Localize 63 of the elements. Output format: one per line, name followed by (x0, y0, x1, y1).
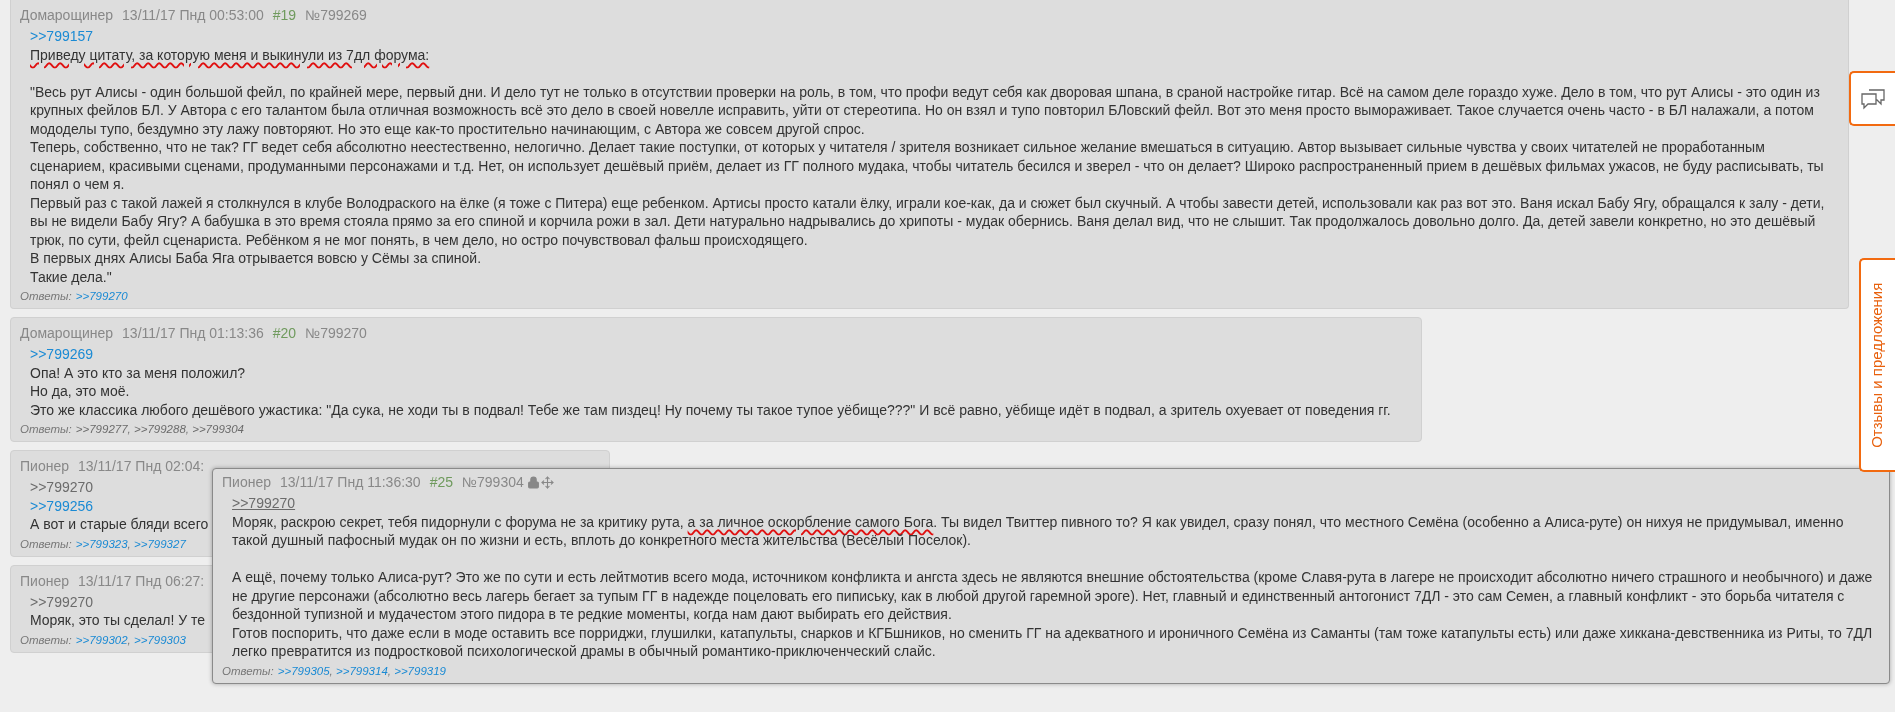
reply-link[interactable]: >>799269 (30, 346, 94, 362)
post-date: 13/11/17 Пнд 11:36:30 (280, 473, 421, 492)
post-text: Приведу цитату, за которую меня и выкинули из 7дл форума: (30, 45, 430, 65)
post-text: "Весь рут Алисы - один большой фейл, по крайней мере, первый дни. И дело тут не только в отсутствии проверки на роль, в том, что профи ведут себя как дворовая шпана, в сраной настройке гитар. Всё на самом деле гораздо хуже. Дело в том, что рут Алисы - это один из крупных фейлов БЛ. У Автора с его талантом была отличная возможность всё это дело в своей новелле исправить, уйти от стереотипа. Но он взял и тупо повторил БЛовский фейл. Вот это меня просто вымораживает. Такое случается очень часто - в БЛ налажали, а потом мододелы тупо, бездумно эту лажу повторяют. Но это еще как-то простительно начинающим, с Автора же совсем другой спрос. (30, 82, 1821, 139)
reply-link[interactable]: >>799270 (232, 495, 296, 511)
post-text: Первый раз с такой лажей я столкнулся в клубе Володраского на ёлке (я тоже с Питера) еще ребенком. Артисы просто катали ёлку, играли кое-как, да и сюжет был скучный. А чтобы завести детей, использовали как раз вот это. Ваня искал Бабу Ягу, обращался к залу - дети, вы не видели Бабу Ягу? А бабушка в это время стояла прямо за его спиной и корчила рожи в зал. Дети натурально надрывались до хрипоты - мудак обернись. Ваня делал вид, что не слышит. Так продолжалось довольно долго. Да, детей завели конкретно, но это дешёвый трюк, по сути, фейл сценариста. Ребёнком я не мог понять, в чем дело, но остро почувствовал фальш происходящего. (30, 193, 1826, 250)
post-number: #25 (429, 473, 453, 492)
post-text: Теперь, собственно, что не так? ГГ ведет себя абсолютно неестественно, нелогично. Делает такие поступки, от которых у читателя / зрителя возникает сильное желание вмешаться в ситуацию. Автор вызывает сильные чувства у своих читателей не проработанным сценарием, красивыми сценами, продуманными персонажами и т.д. Нет, он использует дешёвый приём, делает из ГГ полного мудака, чтобы читатель бесился и зверел - что он делает? Широко распространенный прием в дешёвых фильмах ужасов, не буду расписывать, ты понял о чем я. (30, 138, 1825, 194)
reply-link[interactable]: >>799288 (134, 420, 186, 438)
separator-text: , (127, 536, 132, 552)
feedback-tab[interactable]: Отзывы и предложения (1859, 258, 1895, 472)
chat-icon (1860, 87, 1886, 110)
separator-text: , (329, 663, 334, 679)
post-number: #20 (272, 324, 297, 343)
post-text: Опа! А это кто за меня положил? (30, 363, 246, 383)
post-text: Такие дела." (30, 267, 112, 287)
post-text: В первых днях Алисы Баба Яга отрывается вовсю у Сёмы за спиной. (30, 249, 482, 268)
reply-link[interactable]: >>799302 (75, 630, 128, 649)
reply-link[interactable]: >>799270 (75, 287, 128, 305)
replies-label: Ответы: (20, 289, 72, 304)
move-icon[interactable] (540, 475, 554, 489)
post-text: А вот и старые бляди всего (30, 515, 209, 534)
author-name: Пионер (20, 571, 69, 591)
post-text: Моряк, раскрою секрет, тебя пидорнули с форума не за критику рута, а за личное оскорбление самого Бога. Ты видел Твиттер пивного то? Я как увидел, сразу понял, что местного Семёна (особенно а Алиса-руте) он нихуя не придумывал, именно такой душный пафосный мудак он по жизни и есть, вплоть до конкретного места жительства (Весёлый Поселок). (232, 512, 1845, 550)
reply-link[interactable]: >>799270 (30, 593, 94, 610)
reply-link[interactable]: >>799256 (30, 497, 94, 514)
post-number: #19 (272, 6, 297, 25)
reply-link[interactable]: >>799270 (30, 479, 94, 495)
reply-link[interactable]: >>799303 (134, 630, 186, 649)
separator-text: , (127, 422, 132, 437)
author-name: Домарощинер (20, 324, 114, 343)
post-date: 13/11/17 Пнд 01:13:36 (122, 324, 264, 343)
post-id[interactable]: №799269 (305, 5, 367, 25)
author-name: Пионер (20, 457, 69, 476)
post-date: 13/11/17 Пнд 06:27: (78, 571, 205, 591)
replies-label: Ответы: (20, 632, 72, 648)
reply-link[interactable]: >>799327 (134, 534, 186, 553)
post-text: Но да, это моё. (30, 382, 130, 401)
reply-link[interactable]: >>799314 (336, 661, 388, 680)
post-text: Моряк, это ты сделал! У те (30, 611, 206, 630)
post-text: Готов поспорить, что даже если в моде оставить все порриджи, глушилки, катапульты, снарков и КГБшников, но сменить ГГ на адекватного и ироничного Семёна из Саманты (там тоже катапульты есть) или даже хиккана-девственника из Риты, то 7ДЛ легко превратится из подростковой психологической драмы в обычный романтико-приключенческий слайс. (232, 623, 1874, 661)
author-name: Пионер (222, 473, 271, 492)
post-text: А ещё, почему только Алиса-рут? Это же по сути и есть лейтмотив всего мода, источником конфликта и ангста здесь не являются внешние обстоятельства (кроме Славя-рута в лагере не происходит абсолютно ничего страшного и необычного) и даже не другие персонажи (абсолютно весь лагерь бегает за тупым ГГ в надежде поцеловать его пипиську, как в любой другой гаремной эроге). Нет, главный и единственный антогонист 7ДЛ - это сам Семен, а главный конфликт - это борьба читателя с бездонной тупизной и мудачестом этого пидора в те редкие моменты, когда нам дают выбирать его действия. (232, 568, 1874, 624)
separator-text: , (387, 663, 392, 679)
separator-text: , (127, 632, 132, 648)
post-text: Это же классика любого дешёвого ужастика: "Да сука, не ходи ты в подвал! Тебе же там пиздец! Ну почему ты такое тупое уёбище???" И всё равно, уёбище идёт в подвал, а зритель охуевает от поведения гг. (30, 400, 1391, 420)
post-date: 13/11/17 Пнд 02:04: (78, 457, 205, 476)
reply-link[interactable]: >>799304 (192, 420, 244, 438)
post-id[interactable]: №799270 (305, 323, 367, 343)
replies-label: Ответы: (20, 536, 72, 552)
reply-link[interactable]: >>799305 (277, 661, 330, 680)
post-date: 13/11/17 Пнд 00:53:00 (122, 6, 264, 25)
replies-label: Ответы: (20, 422, 72, 437)
reply-link[interactable]: >>799319 (394, 661, 446, 680)
separator-text: , (185, 422, 190, 437)
reply-link[interactable]: >>799323 (75, 534, 128, 553)
lock-icon (526, 475, 540, 489)
author-name: Домарощинер (20, 6, 114, 25)
replies-label: Ответы: (222, 663, 274, 679)
reply-link[interactable]: >>799277 (75, 420, 128, 438)
post-id[interactable]: №799304 (462, 472, 524, 492)
reply-link[interactable]: >>799157 (30, 28, 94, 44)
chat-button[interactable] (1849, 71, 1895, 126)
